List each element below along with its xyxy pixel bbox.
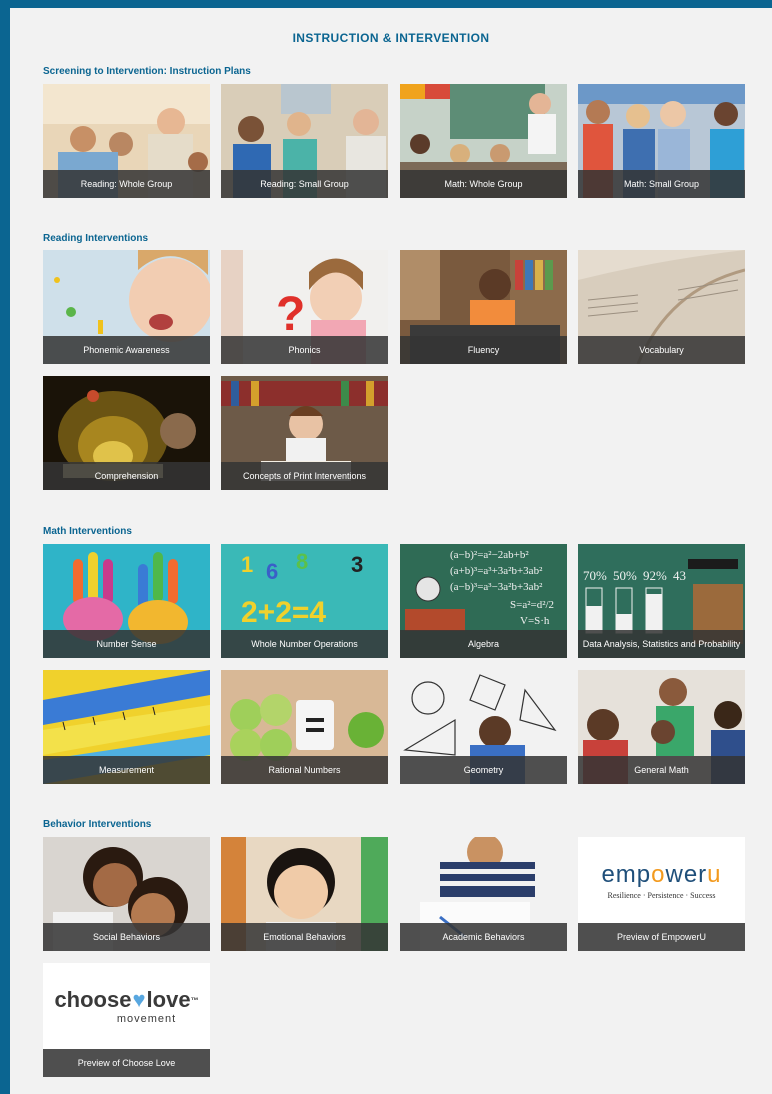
tile-data-analysis[interactable]: 70% 50% 92% 43 Data Analysis, Statistics an… xyxy=(578,544,745,658)
tile-reading-small-group[interactable]: Reading: Small Group xyxy=(221,84,388,198)
tile-measurement[interactable]: Measurement xyxy=(43,670,210,784)
content-frame: INSTRUCTION & INTERVENTION Screening to … xyxy=(0,0,772,1094)
choose-love-subtitle: movement xyxy=(116,1013,177,1025)
tile-label: Reading: Small Group xyxy=(221,170,388,198)
tile-vocabulary[interactable]: Vocabulary xyxy=(578,250,745,364)
tile-academic-behaviors[interactable]: Academic Behaviors xyxy=(400,837,567,951)
tile-label: Social Behaviors xyxy=(43,923,210,951)
tile-phonemic-awareness[interactable]: Phonemic Awareness xyxy=(43,250,210,364)
empoweru-tagline: Resilience · Persistence · Success xyxy=(607,890,716,900)
tile-label: Number Sense xyxy=(43,630,210,658)
section-title-instruction-plans: Screening to Intervention: Instruction P… xyxy=(43,66,251,77)
tile-label: Data Analysis, Statistics and Probabilit… xyxy=(578,630,745,658)
tile-reading-whole-group[interactable]: Reading: Whole Group xyxy=(43,84,210,198)
heart-icon: ♥ xyxy=(132,987,146,1012)
tile-preview-empoweru[interactable]: empoweru Resilience · Persistence · Succ… xyxy=(578,837,745,951)
tile-label: Reading: Whole Group xyxy=(43,170,210,198)
tile-label: Measurement xyxy=(43,756,210,784)
tile-math-whole-group[interactable]: Math: Whole Group xyxy=(400,84,567,198)
svg-text:70%: 70% xyxy=(583,568,607,583)
tile-label: Rational Numbers xyxy=(221,756,388,784)
svg-text:6: 6 xyxy=(266,559,278,584)
tile-label: Math: Small Group xyxy=(578,170,745,198)
svg-text:2+2=4: 2+2=4 xyxy=(241,596,326,629)
empoweru-wordmark: empoweru xyxy=(601,860,722,888)
svg-text:8: 8 xyxy=(296,549,308,574)
tile-label: Math: Whole Group xyxy=(400,170,567,198)
empoweru-logo-icon: empoweru Resilience · Persistence · Succ… xyxy=(578,837,745,923)
tile-algebra[interactable]: (a−b)²=a²−2ab+b² (a+b)³=a³+3a²b+3ab² (a−b… xyxy=(400,544,567,658)
tile-phonics[interactable]: ? Phonics xyxy=(221,250,388,364)
tile-label: Vocabulary xyxy=(578,336,745,364)
tile-label: Phonemic Awareness xyxy=(43,336,210,364)
section-title-behavior: Behavior Interventions xyxy=(43,819,152,830)
svg-text:S=a²=d²/2: S=a²=d²/2 xyxy=(510,599,554,611)
tile-label: Preview of EmpowerU xyxy=(578,923,745,951)
svg-text:50%: 50% xyxy=(613,568,637,583)
svg-text:92%: 92% xyxy=(643,568,667,583)
tile-concepts-of-print[interactable]: Concepts of Print Interventions xyxy=(221,376,388,490)
tile-whole-number-operations[interactable]: 1 6 8 3 2+2=4 Whole Number Operations xyxy=(221,544,388,658)
tile-label: Algebra xyxy=(400,630,567,658)
svg-text:(a−b)²=a²−2ab+b²: (a−b)²=a²−2ab+b² xyxy=(450,549,529,561)
tile-general-math[interactable]: General Math xyxy=(578,670,745,784)
tile-label: Comprehension xyxy=(43,462,210,490)
tile-label: Academic Behaviors xyxy=(400,923,567,951)
page-title: INSTRUCTION & INTERVENTION xyxy=(292,31,490,45)
tile-label: Concepts of Print Interventions xyxy=(221,462,388,490)
svg-text:?: ? xyxy=(276,288,305,341)
tile-label: Fluency xyxy=(400,336,567,364)
tile-geometry[interactable]: Geometry xyxy=(400,670,567,784)
tile-emotional-behaviors[interactable]: Emotional Behaviors xyxy=(221,837,388,951)
tile-label: Phonics xyxy=(221,336,388,364)
tile-label: Preview of Choose Love xyxy=(43,1049,210,1077)
section-title-math: Math Interventions xyxy=(43,526,132,537)
tile-preview-choose-love[interactable]: choose ♥ love ™ movement Preview of Choose … xyxy=(43,963,210,1077)
choose-love-logo-icon: choose ♥ love ™ movement xyxy=(43,963,210,1049)
tile-label: Emotional Behaviors xyxy=(221,923,388,951)
tile-math-small-group[interactable]: Math: Small Group xyxy=(578,84,745,198)
tile-label: Geometry xyxy=(400,756,567,784)
tile-comprehension[interactable]: Comprehension xyxy=(43,376,210,490)
choose-love-wordmark: choose ♥ love ™ xyxy=(54,987,199,1012)
svg-text:1: 1 xyxy=(241,552,253,577)
tile-label: General Math xyxy=(578,756,745,784)
svg-text:(a+b)³=a³+3a²b+3ab²: (a+b)³=a³+3a²b+3ab² xyxy=(450,565,543,577)
svg-text:(a−b)³=a³−3a²b+3ab²: (a−b)³=a³−3a²b+3ab² xyxy=(450,581,543,593)
tile-number-sense[interactable]: Number Sense xyxy=(43,544,210,658)
tile-social-behaviors[interactable]: Social Behaviors xyxy=(43,837,210,951)
svg-text:3: 3 xyxy=(351,552,363,577)
tile-label: Whole Number Operations xyxy=(221,630,388,658)
section-title-reading: Reading Interventions xyxy=(43,233,149,244)
svg-text:V=S·h: V=S·h xyxy=(520,615,550,627)
tile-fluency[interactable]: Fluency xyxy=(400,250,567,364)
tile-rational-numbers[interactable]: Rational Numbers xyxy=(221,670,388,784)
svg-text:43: 43 xyxy=(673,568,686,583)
